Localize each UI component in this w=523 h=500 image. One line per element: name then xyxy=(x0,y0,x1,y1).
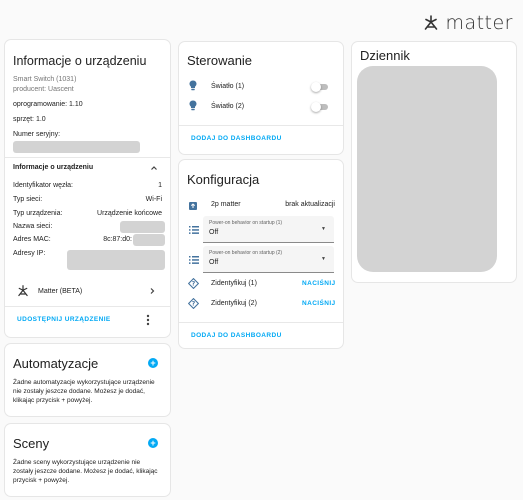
divider xyxy=(179,125,343,126)
top-bar: matter xyxy=(0,0,523,38)
dropdown-arrow-icon: ▼ xyxy=(321,226,326,232)
device-info-card: Informacje o urządzeniu Smart Switch (10… xyxy=(5,40,170,337)
light-1-toggle[interactable] xyxy=(311,82,328,92)
device-type-label: Typ urządzenia: xyxy=(13,210,63,217)
more-vert-icon[interactable] xyxy=(146,314,150,326)
light-2-toggle[interactable] xyxy=(311,102,328,112)
device-firmware: oprogramowanie: 1.10 xyxy=(13,101,83,108)
device-model: Smart Switch (1031) xyxy=(13,76,77,83)
plus-circle-icon: + xyxy=(150,438,156,448)
select-label: Power-on behavior on startup (1) xyxy=(209,220,283,226)
identify-2-label: Zidentyfikuj (2) xyxy=(211,300,257,307)
add-scene-button[interactable]: + xyxy=(148,438,158,448)
network-type-label: Typ sieci: xyxy=(13,196,43,203)
matter-integration-icon xyxy=(18,285,28,297)
add-automation-button[interactable]: + xyxy=(148,358,158,368)
dropdown-arrow-icon: ▼ xyxy=(321,256,326,262)
device-producer: producent: Uascent xyxy=(13,86,74,93)
update-status: brak aktualizacji xyxy=(285,201,335,208)
identify-1-label: Zidentyfikuj (1) xyxy=(211,280,257,287)
node-id-value: 1 xyxy=(158,182,162,189)
logo-text: matter xyxy=(445,12,513,34)
configuration-title: Konfiguracja xyxy=(187,172,260,187)
scenes-title: Sceny xyxy=(13,436,50,451)
list-icon xyxy=(189,256,199,264)
share-device-button[interactable]: UDOSTĘPNIJ URZĄDZENIE xyxy=(17,316,111,323)
controls-card: Sterowanie Światło (1) Światło (2) DODAJ… xyxy=(179,42,343,154)
bulb-icon xyxy=(189,80,197,91)
node-id-label: Identyfikator węzła: xyxy=(13,182,73,189)
startup-behavior-select-2[interactable]: Power-on behavior on startup (2) Off ▼ xyxy=(203,246,334,273)
config-add-dashboard-button[interactable]: DODAJ DO DASHBOARDU xyxy=(191,332,282,339)
ip-label: Adresy IP: xyxy=(13,250,46,257)
light-1-label: Światło (1) xyxy=(211,83,245,90)
svg-text:?: ? xyxy=(192,301,196,308)
identify-1-button[interactable]: NACIŚNIJ xyxy=(302,280,336,287)
device-serial-label: Numer seryjny: xyxy=(13,131,61,138)
divider xyxy=(5,157,170,158)
integration-label: Matter (BETA) xyxy=(38,288,83,295)
network-name-label: Nazwa sieci: xyxy=(13,223,53,230)
mac-redacted xyxy=(133,234,165,246)
startup-behavior-select-1[interactable]: Power-on behavior on startup (1) Off ▼ xyxy=(203,216,334,243)
logbook-card: Dziennik xyxy=(352,42,516,282)
matter-logo-icon xyxy=(425,15,438,30)
help-icon: ? xyxy=(188,298,199,309)
mac-label: Adres MAC: xyxy=(13,236,51,243)
light-2-label: Światło (2) xyxy=(211,103,245,110)
plus-circle-icon: + xyxy=(150,358,156,368)
serial-redacted xyxy=(13,141,140,153)
svg-text:?: ? xyxy=(192,281,196,288)
section-title: Informacje o urządzeniu xyxy=(13,164,94,171)
automations-empty-text: Żadne automatyzacje wykorzystujące urząd… xyxy=(13,379,155,404)
select-value: Off xyxy=(209,259,219,266)
identify-2-button[interactable]: NACIŚNIJ xyxy=(302,300,336,307)
network-type-value: Wi-Fi xyxy=(145,196,162,203)
scenes-empty-text: Żadne sceny wykorzystujące urządzenie ni… xyxy=(13,459,158,484)
device-hardware: sprzęt: 1.0 xyxy=(13,116,46,123)
bulb-icon xyxy=(189,100,197,111)
list-icon xyxy=(189,226,199,234)
device-info-title: Informacje o urządzeniu xyxy=(13,54,147,68)
mac-value: 8c:87:d0: xyxy=(103,236,132,243)
controls-title: Sterowanie xyxy=(187,53,253,68)
ip-redacted xyxy=(67,250,165,270)
select-label: Power-on behavior on startup (2) xyxy=(209,250,283,256)
automations-card: Automatyzacje + Żadne automatyzacje wyko… xyxy=(5,344,170,416)
matter-logo: matter xyxy=(423,12,513,34)
device-type-value: Urządzenie końcowe xyxy=(97,210,162,217)
network-name-redacted xyxy=(120,221,165,233)
chevron-up-icon xyxy=(151,166,157,170)
update-icon xyxy=(189,202,197,210)
select-value: Off xyxy=(209,229,219,236)
automations-title: Automatyzacje xyxy=(13,356,99,371)
scenes-card: Sceny + Żadne sceny wykorzystujące urząd… xyxy=(5,424,170,496)
toggle-knob xyxy=(311,82,321,92)
divider xyxy=(5,306,170,307)
logbook-title: Dziennik xyxy=(360,48,410,63)
toggle-knob xyxy=(311,102,321,112)
update-label: 2p matter xyxy=(211,201,241,208)
help-icon: ? xyxy=(188,278,199,289)
logbook-redacted xyxy=(357,66,497,272)
controls-add-dashboard-button[interactable]: DODAJ DO DASHBOARDU xyxy=(191,135,282,142)
chevron-right-icon xyxy=(150,288,155,294)
divider xyxy=(179,322,343,323)
